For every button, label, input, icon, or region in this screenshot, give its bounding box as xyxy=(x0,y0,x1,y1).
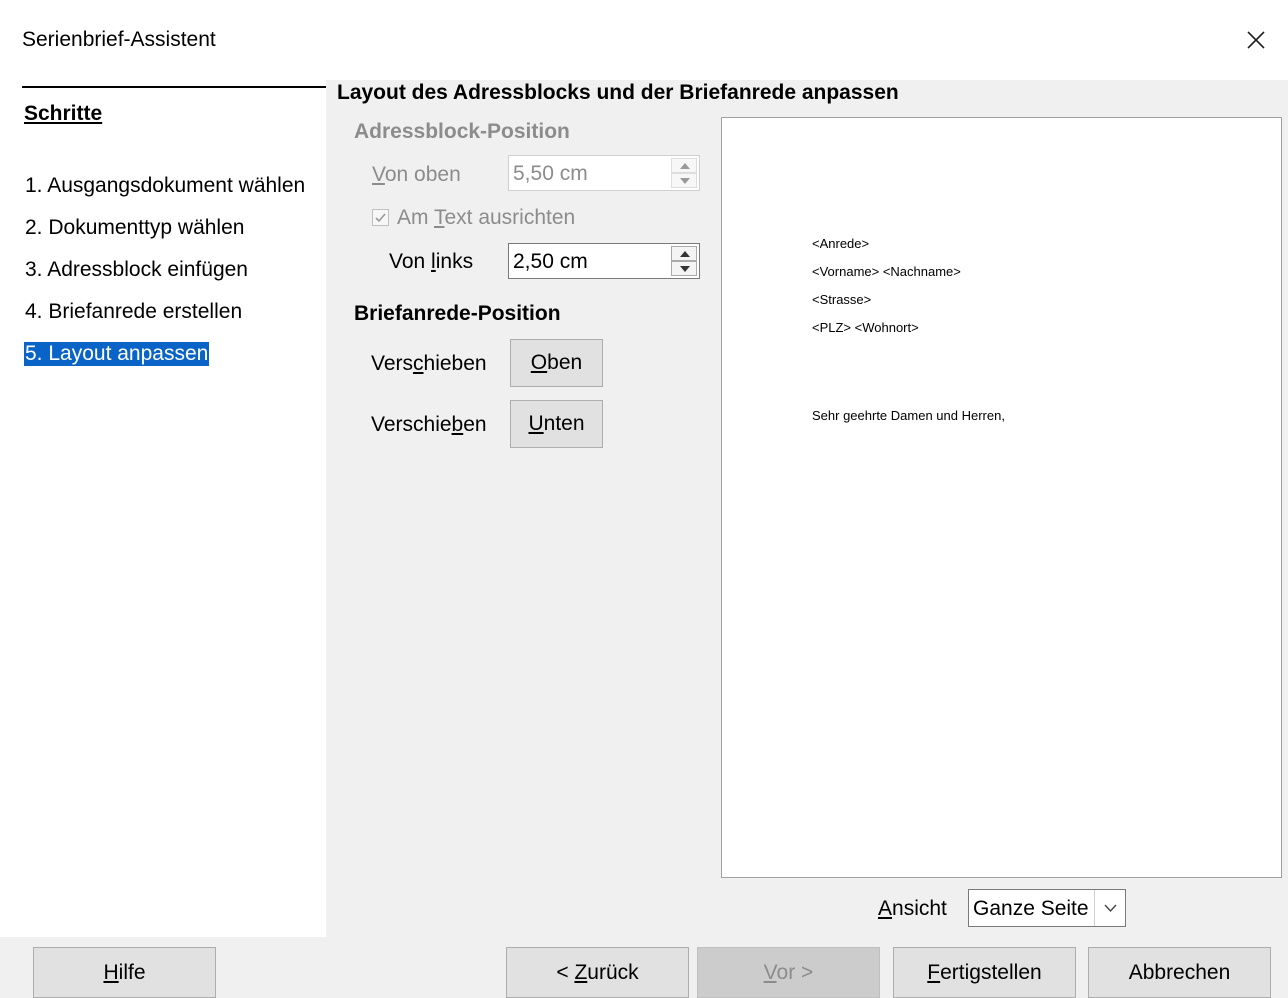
view-label: Ansicht xyxy=(878,897,947,920)
move-up-label: Verschieben xyxy=(371,352,487,375)
step-3[interactable]: 3. Adressblock einfügen xyxy=(24,258,249,282)
sidebar-divider xyxy=(22,86,326,88)
step-1[interactable]: 1. Ausgangsdokument wählen xyxy=(24,174,306,198)
from-top-decrement[interactable] xyxy=(671,173,697,188)
document-preview: <Anrede> <Vorname> <Nachname> <Strasse> … xyxy=(721,117,1282,878)
step-2[interactable]: 2. Dokumenttyp wählen xyxy=(24,216,245,240)
title-bar: Serienbrief-Assistent xyxy=(0,0,1288,80)
preview-address-line: <Anrede> xyxy=(812,236,870,251)
address-position-heading: Adressblock-Position xyxy=(354,120,570,143)
cancel-button[interactable]: Abbrechen xyxy=(1088,947,1271,998)
preview-salutation: Sehr geehrte Damen und Herren, xyxy=(812,408,1005,423)
from-left-spinbox[interactable]: 2,50 cm xyxy=(508,243,700,279)
from-top-spinbox[interactable]: 5,50 cm xyxy=(508,155,700,191)
from-left-value: 2,50 cm xyxy=(513,250,588,273)
preview-address-line: <Vorname> <Nachname> xyxy=(812,264,961,279)
back-button[interactable]: < Zurück xyxy=(506,947,689,998)
steps-header: Schritte xyxy=(24,102,103,125)
salutation-position-heading: Briefanrede-Position xyxy=(354,302,561,325)
close-icon[interactable] xyxy=(1238,22,1274,58)
from-left-label: Von links xyxy=(389,250,474,273)
from-left-increment[interactable] xyxy=(671,246,697,261)
step-4[interactable]: 4. Briefanrede erstellen xyxy=(24,300,243,324)
preview-address-line: <PLZ> <Wohnort> xyxy=(812,320,919,335)
chevron-down-icon xyxy=(1104,904,1117,913)
align-text-checkbox[interactable] xyxy=(372,209,389,226)
move-down-label: Verschieben xyxy=(371,413,487,436)
move-up-button[interactable]: Oben xyxy=(510,339,603,387)
from-top-value: 5,50 cm xyxy=(513,162,588,185)
move-down-button[interactable]: Unten xyxy=(510,400,603,448)
step-5-active[interactable]: 5. Layout anpassen xyxy=(24,342,210,366)
next-button[interactable]: Vor > xyxy=(697,947,880,998)
view-dropdown-arrow[interactable] xyxy=(1094,890,1125,926)
align-text-label[interactable]: Am Text ausrichten xyxy=(397,206,575,230)
view-selected-value: Ganze Seite xyxy=(973,897,1089,920)
page-title: Layout des Adressblocks und der Briefanr… xyxy=(337,81,899,104)
help-button[interactable]: Hilfe xyxy=(33,947,216,998)
window-title: Serienbrief-Assistent xyxy=(22,28,216,51)
from-top-increment[interactable] xyxy=(671,158,697,173)
finish-button[interactable]: Fertigstellen xyxy=(893,947,1076,998)
from-left-decrement[interactable] xyxy=(671,261,697,276)
preview-address-line: <Strasse> xyxy=(812,292,872,307)
view-select[interactable]: Ganze Seite xyxy=(968,889,1126,927)
from-top-label: Von oben xyxy=(372,163,461,186)
steps-sidebar: Schritte 1. Ausgangsdokument wählen 2. D… xyxy=(0,80,326,937)
